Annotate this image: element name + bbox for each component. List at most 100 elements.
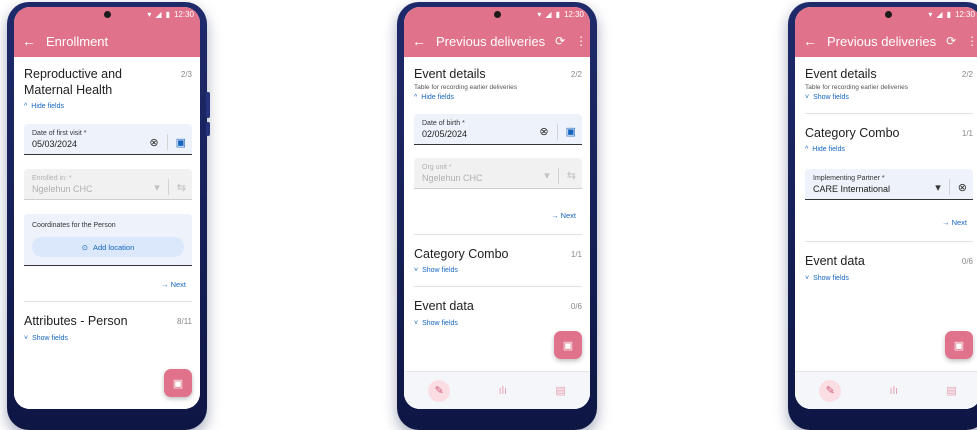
camera-icon	[885, 11, 892, 18]
save-fab[interactable]: ▣	[554, 331, 582, 359]
app-bar: ← Previous deliveries ⟳ ⋮	[404, 25, 590, 57]
notes-icon[interactable]: ▤	[946, 384, 956, 397]
analytics-icon[interactable]: ılı	[499, 385, 508, 397]
hide-fields-toggle[interactable]: ^ Hide fields	[414, 94, 582, 101]
enrolled-in-field: Enrolled in: * Ngelehun CHC ▾ ⇆	[24, 169, 192, 201]
status-bar: ▾ ◢ ▮ 12:30	[14, 7, 200, 25]
edit-form-icon[interactable]: ✎	[428, 379, 451, 402]
section-header[interactable]: Category Combo 1/1	[805, 126, 973, 142]
next-button[interactable]: → Next	[805, 218, 973, 227]
edit-form-icon[interactable]: ✎	[819, 379, 842, 402]
next-button[interactable]: → Next	[24, 280, 192, 289]
save-icon: ▣	[562, 339, 574, 352]
implementing-partner-field[interactable]: Implementing Partner * CARE Internationa…	[805, 169, 973, 201]
section-count: 2/3	[180, 70, 192, 79]
show-fields-toggle[interactable]: ˅ Show fields	[805, 94, 973, 101]
app-bar-title: Previous deliveries	[827, 33, 937, 49]
show-fields-toggle[interactable]: ˅ Show fields	[414, 320, 582, 327]
section-subtitle: Table for recording earlier deliveries	[414, 83, 517, 91]
calendar-icon[interactable]: ▣	[176, 136, 186, 149]
signal-icon: ◢	[936, 10, 943, 19]
section-title: Reproductive and Maternal Health	[24, 67, 122, 97]
app-bar: ← Enrollment	[14, 25, 200, 57]
clear-icon[interactable]: ⊗	[149, 136, 158, 149]
clear-icon[interactable]: ⊗	[958, 181, 967, 194]
hide-fields-toggle[interactable]: ^ Hide fields	[805, 146, 973, 153]
sync-icon[interactable]: ⟳	[555, 34, 565, 48]
wifi-icon: ▾	[928, 10, 933, 19]
signal-icon: ◢	[155, 10, 162, 19]
screen-1: ▾ ◢ ▮ 12:30 ← Enrollment Reproductive and M…	[14, 7, 200, 409]
screen-2: ▾ ◢ ▮ 12:30 ← Previous deliveries ⟳ ⋮ Event…	[404, 7, 590, 409]
wifi-icon: ▾	[147, 10, 152, 19]
save-icon: ▣	[172, 377, 184, 390]
status-time: 12:30	[173, 10, 194, 19]
org-tree-icon: ⇆	[566, 170, 576, 183]
section-title: Event data	[414, 299, 474, 314]
more-vertical-icon[interactable]: ⋮	[575, 34, 587, 48]
analytics-icon[interactable]: ılı	[890, 385, 899, 397]
camera-icon	[494, 11, 501, 18]
section-title: Category Combo	[414, 246, 509, 261]
section-header[interactable]: Event data 0/6	[414, 299, 582, 315]
section-count: 1/1	[570, 249, 582, 259]
hide-fields-toggle[interactable]: ^ Hide fields	[24, 103, 192, 110]
save-fab[interactable]: ▣	[164, 369, 192, 397]
sync-icon[interactable]: ⟳	[946, 34, 956, 48]
section-header[interactable]: Attributes - Person 8/11	[24, 314, 192, 330]
section-header[interactable]: Event details 2/2	[414, 67, 582, 83]
status-bar: ▾ ◢ ▮ 12:30	[404, 7, 590, 25]
date-of-first-visit-field[interactable]: Date of first visit * 05/03/2024 ⊗ ▣	[24, 124, 192, 156]
wifi-icon: ▾	[537, 10, 542, 19]
battery-icon: ▮	[946, 10, 951, 19]
section-header[interactable]: Event details 2/2	[805, 67, 973, 83]
chevron-up-icon: ^	[805, 146, 809, 154]
section-subtitle: Table for recording earlier deliveries	[805, 83, 908, 91]
section-title: Event data	[805, 254, 865, 269]
side-button	[206, 92, 210, 118]
app-bar-title: Previous deliveries	[436, 33, 546, 49]
status-bar: ▾ ◢ ▮ 12:30	[795, 7, 977, 25]
clear-icon[interactable]: ⊗	[539, 125, 548, 138]
date-of-birth-field[interactable]: Date of birth * 02/05/2024 ⊗ ▣	[414, 113, 582, 145]
notes-icon[interactable]: ▤	[555, 384, 565, 397]
section-count: 2/2	[961, 70, 973, 79]
dropdown-arrow-icon[interactable]: ▾	[935, 181, 941, 194]
section-title: Category Combo	[805, 125, 900, 140]
calendar-icon[interactable]: ▣	[566, 125, 576, 138]
section-count: 0/6	[570, 302, 582, 312]
status-time: 12:30	[563, 10, 584, 19]
screen-3: ▾ ◢ ▮ 12:30 ← Previous deliveries ⟳ ⋮ Event…	[795, 7, 977, 409]
chevron-down-icon: ˅	[414, 319, 419, 327]
phone-frame-2: ▾ ◢ ▮ 12:30 ← Previous deliveries ⟳ ⋮ Event…	[397, 2, 597, 430]
chevron-up-icon: ^	[24, 103, 28, 111]
back-arrow-icon[interactable]: ←	[22, 34, 36, 48]
chevron-down-icon: ˅	[24, 334, 29, 342]
dropdown-arrow-icon: ▾	[544, 170, 550, 183]
add-location-button[interactable]: ⊙ Add location	[32, 237, 184, 258]
back-arrow-icon[interactable]: ←	[803, 34, 817, 48]
chevron-up-icon: ^	[414, 93, 418, 101]
next-button[interactable]: → Next	[414, 211, 582, 220]
chevron-down-icon: ˅	[414, 267, 419, 275]
section-count: 1/1	[961, 128, 973, 138]
bottom-navigation: ✎ ılı ▤	[795, 371, 977, 409]
back-arrow-icon[interactable]: ←	[412, 34, 426, 48]
coordinates-field: Coordinates for the Person ⊙ Add location	[24, 214, 192, 267]
more-vertical-icon[interactable]: ⋮	[966, 34, 977, 48]
chevron-down-icon: ˅	[805, 93, 810, 101]
signal-icon: ◢	[545, 10, 552, 19]
phone-frame-1: ▾ ◢ ▮ 12:30 ← Enrollment Reproductive and M…	[7, 2, 210, 430]
section-header[interactable]: Event data 0/6	[805, 254, 973, 270]
section-count: 2/2	[570, 70, 582, 79]
app-bar-title: Enrollment	[46, 33, 109, 49]
battery-icon: ▮	[165, 10, 170, 19]
section-title: Attributes - Person	[24, 314, 128, 329]
show-fields-toggle[interactable]: ˅ Show fields	[805, 275, 973, 282]
section-header[interactable]: Reproductive and Maternal Health 2/3	[24, 67, 192, 98]
show-fields-toggle[interactable]: ˅ Show fields	[24, 335, 192, 342]
save-fab[interactable]: ▣	[945, 331, 973, 359]
show-fields-toggle[interactable]: ˅ Show fields	[414, 267, 582, 274]
section-count: 0/6	[961, 257, 973, 267]
section-header[interactable]: Category Combo 1/1	[414, 247, 582, 263]
